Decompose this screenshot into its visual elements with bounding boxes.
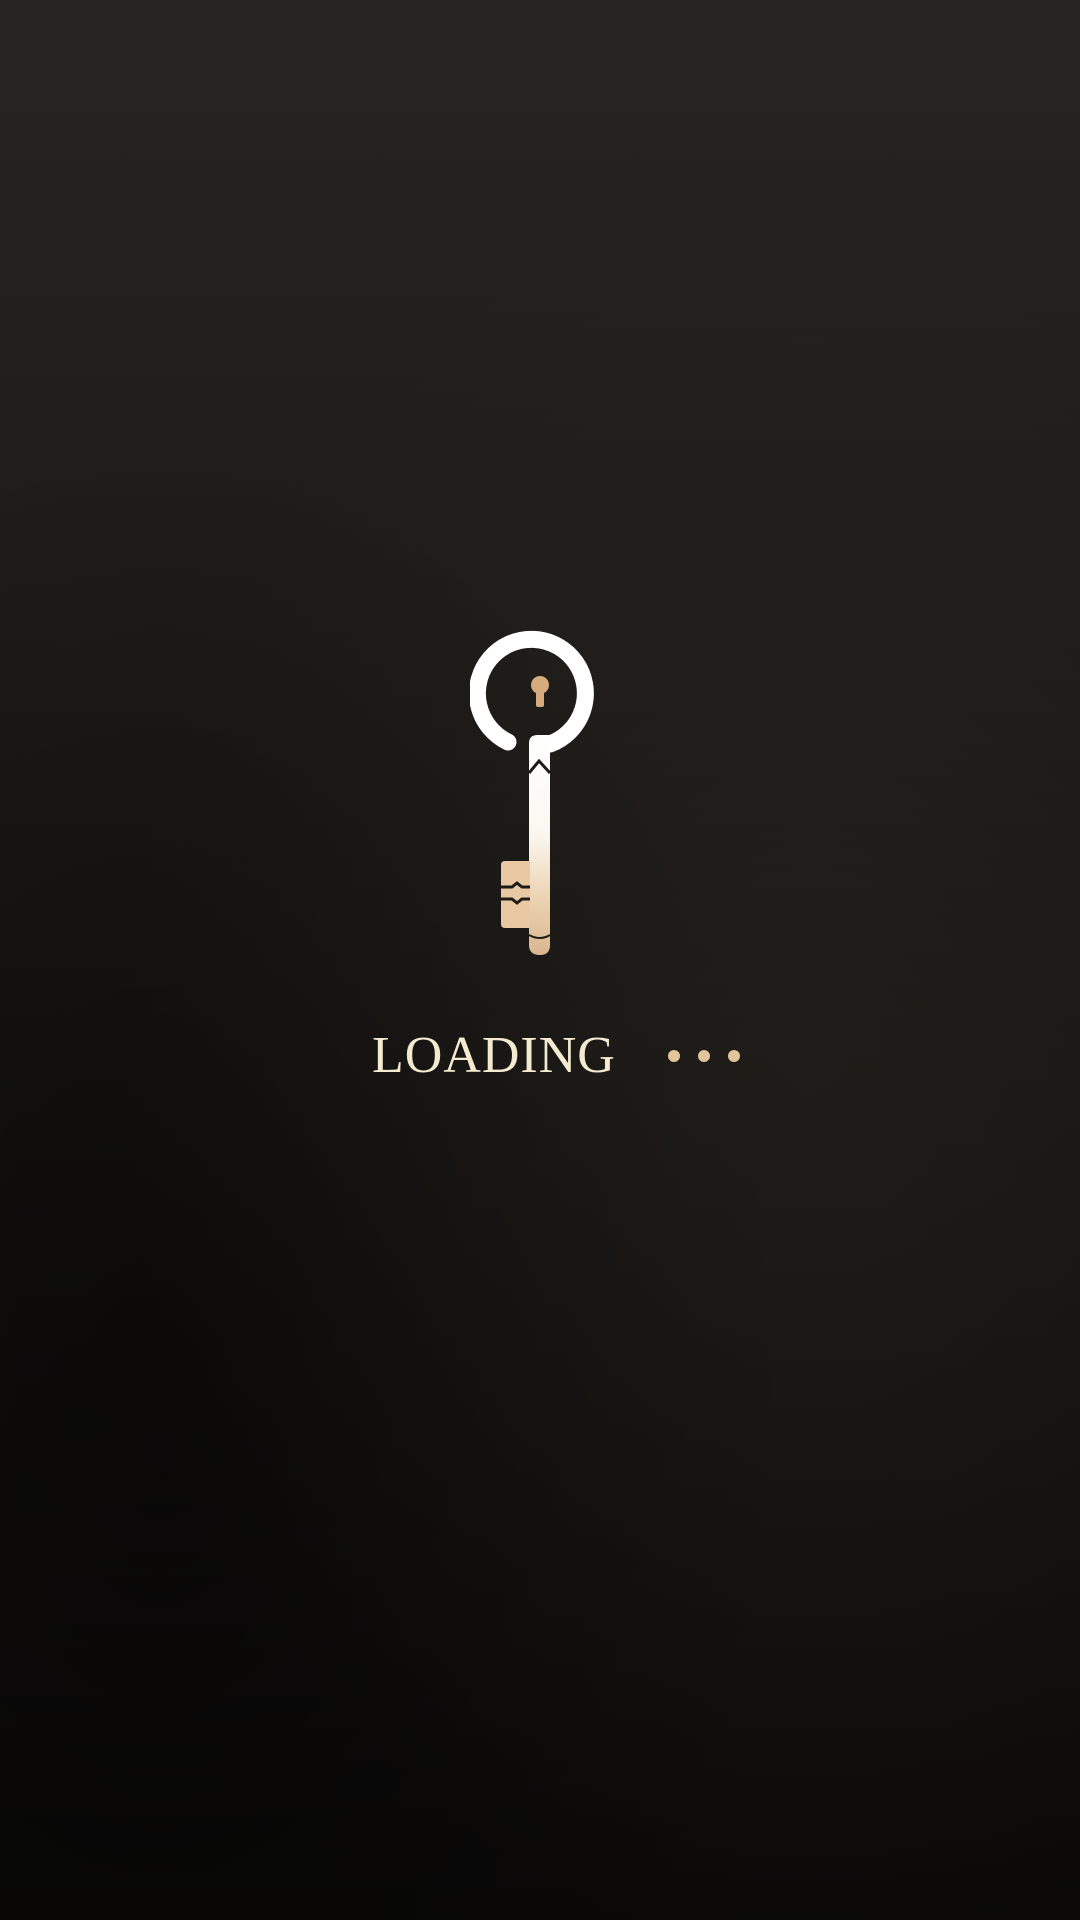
key-icon (470, 630, 594, 955)
loading-dot (728, 1050, 740, 1062)
loading-dot (698, 1050, 710, 1062)
loading-dot (668, 1050, 680, 1062)
loading-label: LOADING (372, 1027, 616, 1084)
loading-dots-indicator (668, 1050, 740, 1062)
background-image (0, 0, 1080, 1920)
